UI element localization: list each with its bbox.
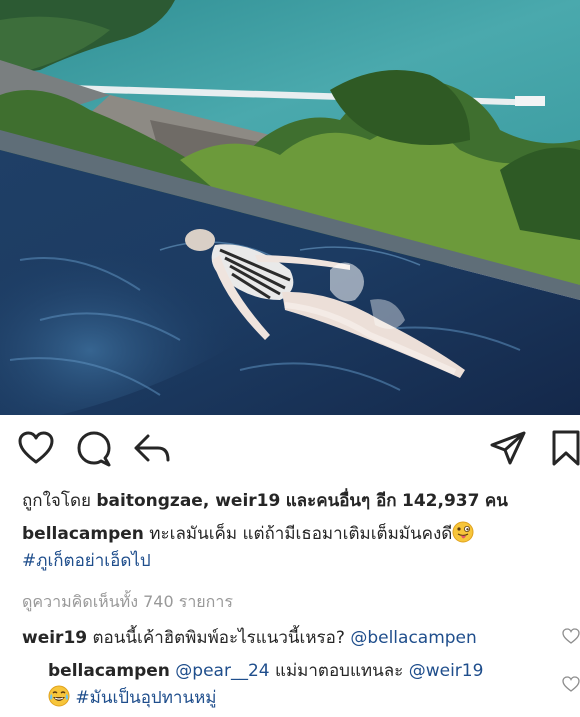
post-action-bar (0, 428, 580, 474)
bookmark-icon[interactable] (546, 428, 580, 468)
pool-photo-image (0, 0, 580, 415)
likes-prefix: ถูกใจโดย (22, 491, 91, 511)
comment-username[interactable]: weir19 (22, 628, 87, 648)
direct-icon[interactable] (488, 428, 528, 468)
comment-like-heart-icon[interactable] (562, 628, 580, 644)
comment-text: ตอนนี้เค้าฮิตพิมพ์อะไรแนวนี้เหรอ? (92, 628, 345, 648)
reply-text: แม่มาตอบแทนละ (275, 661, 404, 681)
caption-username[interactable]: bellacampen (22, 524, 144, 544)
comment-mention[interactable]: @bellacampen (350, 628, 476, 648)
likes-count[interactable]: 142,937 (402, 491, 479, 511)
reply-mention-1[interactable]: @pear__24 (175, 661, 269, 681)
reply-like-heart-icon[interactable] (562, 676, 580, 692)
post-photo[interactable] (0, 0, 580, 415)
caption-text: ทะเลมันเค็ม แต่ถ้ามีเธอมาเติมเต็มมันคงดี (149, 524, 453, 544)
heart-icon[interactable] (16, 428, 56, 468)
reply-mention-2[interactable]: @weir19 (409, 661, 484, 681)
reply-item: bellacampen @pear__24 แม่มาตอบแทนละ @wei… (48, 658, 538, 712)
comment-item: weir19 ตอนนี้เค้าฮิตพิมพ์อะไรแนวนี้เหรอ?… (22, 624, 477, 651)
reply-hashtag[interactable]: #มันเป็นอุปทานหมู่ (75, 688, 216, 708)
view-all-comments-link[interactable]: ดูความคิดเห็นทั้ง 740 รายการ (22, 590, 233, 615)
likers[interactable]: baitongzae, weir19 (96, 491, 280, 511)
emoji-tongue-icon (452, 521, 474, 543)
emoji-laugh-icon (48, 685, 70, 707)
likes-middle[interactable]: และคนอื่นๆ อีก (286, 491, 397, 511)
post-caption: bellacampen ทะเลมันเค็ม แต่ถ้ามีเธอมาเติ… (22, 521, 562, 575)
likes-suffix[interactable]: คน (485, 491, 508, 511)
caption-hashtag[interactable]: #ภูเก็ตอย่าเอ็ดไป (22, 551, 151, 571)
share-icon[interactable] (132, 428, 172, 468)
likes-line[interactable]: ถูกใจโดย baitongzae, weir19 และคนอื่นๆ อ… (22, 487, 508, 514)
reply-username[interactable]: bellacampen (48, 661, 170, 681)
comment-icon[interactable] (74, 428, 114, 468)
